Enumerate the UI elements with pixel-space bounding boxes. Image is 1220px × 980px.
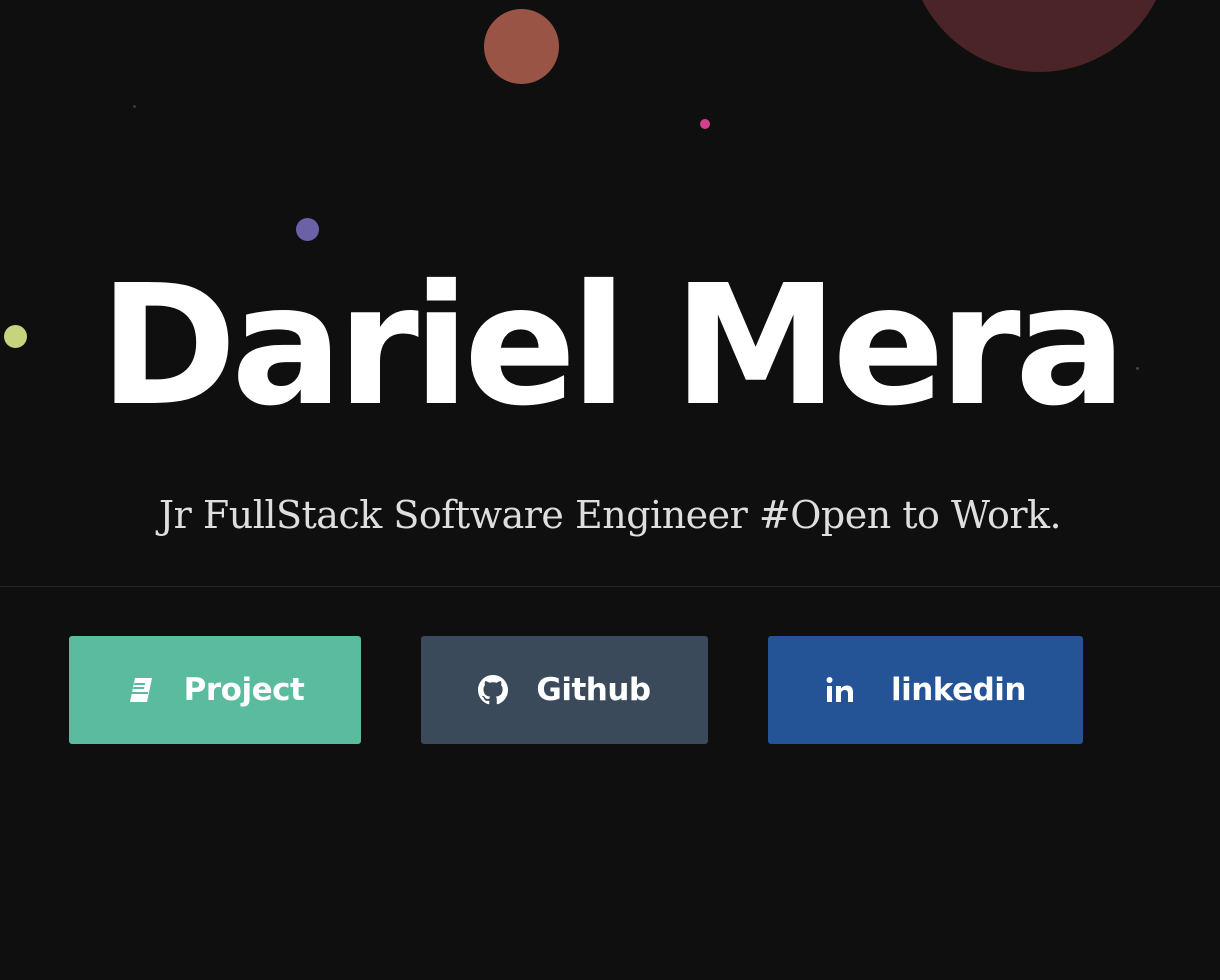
bubble	[133, 105, 136, 108]
linkedin-icon	[825, 675, 855, 705]
bubble	[700, 119, 710, 129]
page: Dariel Mera Jr FullStack Software Engine…	[0, 0, 1220, 980]
linkedin-button-label: linkedin	[890, 672, 1027, 708]
bubble	[484, 9, 559, 84]
hero-tagline: Jr FullStack Software Engineer #Open to …	[158, 493, 1062, 537]
bubble	[908, 0, 1170, 72]
divider	[0, 586, 1220, 587]
project-button[interactable]: Project	[69, 636, 361, 744]
project-button-label: Project	[183, 672, 305, 708]
hero-name: Dariel Mera	[99, 250, 1127, 443]
github-button-label: Github	[536, 672, 651, 708]
book-icon	[126, 675, 156, 705]
bubble	[296, 218, 319, 241]
github-button[interactable]: Github	[421, 636, 708, 744]
github-icon	[478, 675, 509, 705]
linkedin-button[interactable]: linkedin	[768, 636, 1083, 744]
